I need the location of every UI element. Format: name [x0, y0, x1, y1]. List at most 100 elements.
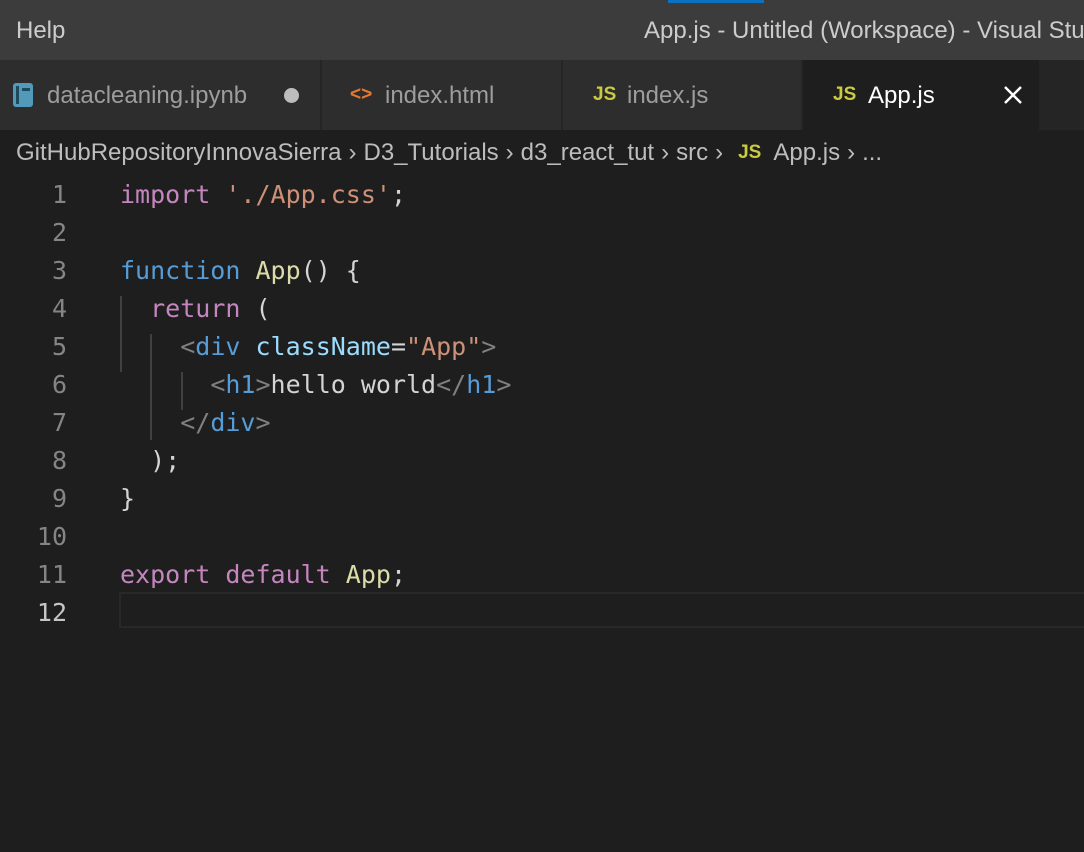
code-text: <div className="App">: [120, 328, 496, 366]
breadcrumb-item[interactable]: D3_Tutorials: [364, 138, 499, 168]
js-icon: JS: [738, 142, 762, 163]
code-token: =: [390, 332, 407, 361]
code-line[interactable]: 5 <div className="App">: [0, 328, 1084, 366]
code-token: <: [210, 370, 226, 399]
code-line[interactable]: 6 <h1>hello world</h1>: [0, 366, 1084, 404]
js-icon: JS: [833, 84, 857, 105]
code-token: div: [195, 332, 241, 361]
line-number: 4: [51, 294, 67, 323]
code-token: () {: [300, 256, 361, 285]
code-token: hello world: [270, 370, 437, 399]
chevron-right-icon: ›: [847, 139, 856, 166]
code-line[interactable]: 9}: [0, 480, 1084, 518]
code-token: >: [255, 370, 271, 399]
line-number: 1: [51, 180, 67, 209]
title-bar: Help App.js - Untitled (Workspace) - Vis…: [0, 0, 1084, 60]
code-line[interactable]: 8 );: [0, 442, 1084, 480]
menu-help[interactable]: Help: [16, 16, 65, 46]
tab-label: index.html: [385, 82, 495, 109]
code-line[interactable]: 12: [0, 594, 1084, 632]
line-number: 8: [51, 446, 67, 475]
code-line[interactable]: 3 function App() {: [0, 252, 1084, 290]
line-number: 6: [51, 370, 67, 399]
code-token: App: [255, 256, 301, 285]
code-token: function: [120, 256, 241, 285]
js-icon: JS: [593, 84, 617, 105]
tab-app-js[interactable]: JS App.js: [803, 60, 1041, 130]
code-line[interactable]: 10: [0, 518, 1084, 556]
progress-indicator: [668, 0, 764, 3]
code-token: >: [481, 332, 497, 361]
code-token: './App.css': [225, 180, 391, 209]
tab-index-html[interactable]: <> index.html: [322, 60, 563, 130]
code-text: <h1>hello world</h1>: [120, 366, 511, 404]
code-text: function App() {: [120, 252, 361, 290]
code-token: (: [240, 294, 271, 323]
code-line[interactable]: 1 import './App.css';: [0, 176, 1084, 214]
code-text: );: [120, 442, 180, 480]
line-number: 10: [36, 522, 67, 551]
code-token: import: [120, 180, 211, 209]
line-number: 3: [51, 256, 67, 285]
tab-label: index.js: [627, 82, 709, 109]
tab-index-js[interactable]: JS index.js: [563, 60, 803, 130]
line-number: 9: [51, 484, 67, 513]
chevron-right-icon: ›: [505, 139, 514, 166]
code-token: return: [150, 294, 241, 323]
code-token: >: [255, 408, 271, 437]
line-number: 12: [36, 598, 67, 627]
code-token: className: [255, 332, 391, 361]
tab-label: datacleaning.ipynb: [47, 82, 248, 109]
html-icon: <>: [350, 84, 373, 105]
code-text: export default App;: [120, 556, 406, 594]
code-token: export: [120, 560, 211, 589]
code-token: h1: [466, 370, 497, 399]
code-token: h1: [225, 370, 256, 399]
code-line[interactable]: 2: [0, 214, 1084, 252]
code-token: App: [345, 560, 391, 589]
tab-datacleaning-ipynb[interactable]: datacleaning.ipynb: [0, 60, 322, 130]
editor-tab-bar: datacleaning.ipynb <> index.html JS inde…: [0, 60, 1084, 130]
code-text: </div>: [120, 404, 271, 442]
code-token: default: [225, 560, 331, 589]
code-line[interactable]: 4 return (: [0, 290, 1084, 328]
breadcrumb: GitHubRepositoryInnovaSierra › D3_Tutori…: [0, 130, 1084, 176]
line-number: 2: [51, 218, 67, 247]
chevron-right-icon: ›: [715, 139, 724, 166]
code-token: </: [180, 408, 211, 437]
breadcrumb-file[interactable]: App.js: [773, 138, 840, 168]
notebook-icon: [12, 82, 34, 108]
code-line[interactable]: 7 </div>: [0, 404, 1084, 442]
code-token: >: [496, 370, 512, 399]
code-line[interactable]: 11 export default App;: [0, 556, 1084, 594]
code-editor[interactable]: 1 import './App.css'; 2 3 function App() {4 …: [0, 176, 1084, 852]
code-token: ;: [390, 560, 407, 589]
close-icon[interactable]: [996, 78, 1030, 112]
line-number: 5: [51, 332, 67, 361]
chevron-right-icon: ›: [348, 139, 357, 166]
breadcrumb-more[interactable]: ...: [862, 138, 882, 168]
chevron-right-icon: ›: [661, 139, 670, 166]
unsaved-dot-icon[interactable]: [284, 88, 299, 103]
code-token: div: [210, 408, 256, 437]
line-number: 11: [36, 560, 67, 589]
code-token: ;: [390, 180, 407, 209]
code-token: <: [180, 332, 196, 361]
code-token: );: [120, 446, 181, 475]
breadcrumb-item[interactable]: d3_react_tut: [521, 138, 654, 168]
code-text: return (: [120, 290, 271, 328]
breadcrumb-item[interactable]: GitHubRepositoryInnovaSierra: [16, 138, 342, 168]
code-text: }: [120, 480, 135, 518]
code-token: }: [120, 484, 136, 513]
breadcrumb-item[interactable]: src: [676, 138, 708, 168]
code-token: "App": [406, 332, 482, 361]
